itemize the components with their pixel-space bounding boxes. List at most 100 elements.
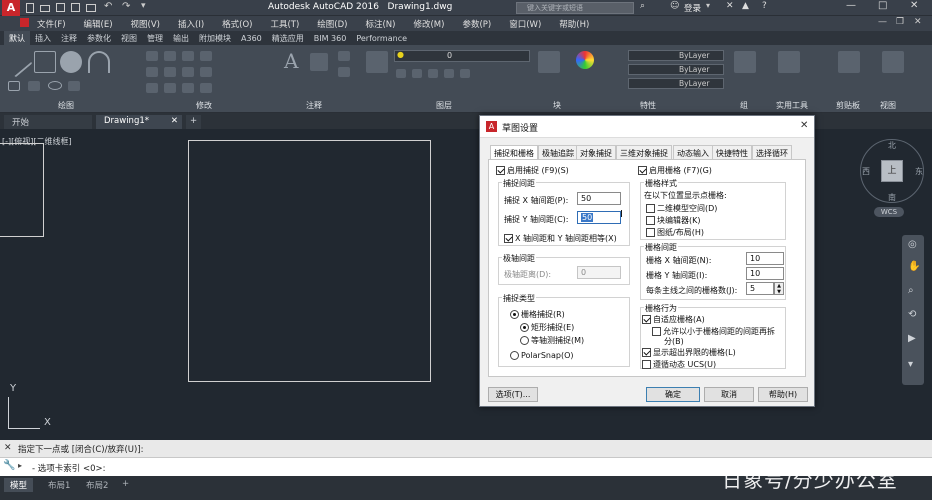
fillet-tool-icon[interactable] xyxy=(182,67,194,77)
menu-restore-icon[interactable]: ❐ xyxy=(896,17,904,27)
viewcube-top-face[interactable]: 上 xyxy=(881,160,903,182)
menu-view[interactable]: 视图(V) xyxy=(126,16,165,32)
app-logo-icon[interactable]: A xyxy=(2,0,20,16)
menu-insert[interactable]: 插入(I) xyxy=(173,16,209,32)
menu-file[interactable]: 文件(F) xyxy=(32,16,71,32)
dropdown-icon[interactable]: ▾ xyxy=(706,1,710,10)
rectangle-tool-icon[interactable] xyxy=(8,81,20,91)
ribbon-group-groups[interactable]: 组 xyxy=(740,100,748,111)
hatch-tool-icon[interactable] xyxy=(28,81,40,91)
menu-minimize-icon[interactable]: — xyxy=(878,17,887,27)
trim-tool-icon[interactable] xyxy=(182,51,194,61)
polar-distance-input[interactable]: 0 xyxy=(577,266,621,279)
explode-tool-icon[interactable] xyxy=(200,67,212,77)
layer-dropdown[interactable]: ● 0 xyxy=(394,50,530,62)
doc-tab-drawing1[interactable]: Drawing1* ✕ xyxy=(96,115,182,129)
insert-block-icon[interactable] xyxy=(538,51,560,73)
ribbon-tab-addins[interactable]: 附加模块 xyxy=(194,31,236,46)
polar-snap-radio[interactable]: PolarSnap(O) xyxy=(510,351,574,360)
major-line-input[interactable]: 5 xyxy=(746,282,774,295)
ribbon-group-clipboard[interactable]: 剪贴板 xyxy=(836,100,860,111)
ribbon-tab-output[interactable]: 输出 xyxy=(168,31,194,46)
measure-tool-icon[interactable] xyxy=(778,51,800,73)
tab-object-snap[interactable]: 对象捕捉 xyxy=(576,145,616,159)
ribbon-group-utilities[interactable]: 实用工具 xyxy=(776,100,808,111)
ribbon-tab-featured-apps[interactable]: 精选应用 xyxy=(267,31,309,46)
array-tool-icon[interactable] xyxy=(182,83,194,93)
pan-icon[interactable]: ✋ xyxy=(908,261,920,272)
layout-tab-layout2[interactable]: 布局2 xyxy=(80,478,114,492)
menu-edit[interactable]: 编辑(E) xyxy=(79,16,118,32)
ribbon-group-properties[interactable]: 特性 xyxy=(640,100,656,111)
layer-tool-3-icon[interactable] xyxy=(428,69,438,78)
follow-ucs-checkbox[interactable]: 遵循动态 UCS(U) xyxy=(642,359,716,370)
customize-toolbar-icon[interactable]: ▾ xyxy=(141,1,146,11)
color-dropdown[interactable]: ByLayer xyxy=(628,50,724,61)
tab-snap-and-grid[interactable]: 捕捉和栅格 xyxy=(490,145,538,160)
layer-tool-2-icon[interactable] xyxy=(412,69,422,78)
orbit-icon[interactable]: ⟲ xyxy=(908,309,916,320)
open-file-icon[interactable] xyxy=(40,5,50,12)
adaptive-grid-checkbox[interactable]: 自适应栅格(A) xyxy=(642,314,705,325)
snap-on-checkbox[interactable]: 启用捕捉 (F9)(S) xyxy=(496,165,569,176)
ellipse-tool-icon[interactable] xyxy=(48,81,62,90)
nav-customize-icon[interactable]: ▾ xyxy=(908,359,913,370)
login-label[interactable]: 登录 xyxy=(684,2,701,14)
ribbon-tab-a360[interactable]: A360 xyxy=(236,32,267,45)
help-button[interactable]: 帮助(H) xyxy=(758,387,808,402)
lineweight-dropdown[interactable]: ByLayer xyxy=(628,78,724,89)
snap-x-input[interactable]: 50 xyxy=(577,192,621,205)
menu-modify[interactable]: 修改(M) xyxy=(408,16,449,32)
maximize-icon[interactable]: □ xyxy=(878,0,887,11)
showmotion-icon[interactable]: ▶ xyxy=(908,333,916,344)
line-tool-icon[interactable] xyxy=(1,46,33,78)
ribbon-tab-default[interactable]: 默认 xyxy=(4,31,30,46)
equal-xy-checkbox[interactable]: X 轴间距和 Y 轴间距相等(X) xyxy=(504,233,617,244)
match-properties-icon[interactable] xyxy=(576,51,594,69)
layout-tab-add[interactable]: + xyxy=(118,478,133,490)
menu-close-icon[interactable]: ✕ xyxy=(914,17,922,27)
drawn-rectangle-main[interactable] xyxy=(188,140,431,382)
menu-help[interactable]: 帮助(H) xyxy=(554,16,594,32)
ribbon-group-annotate[interactable]: 注释 xyxy=(306,100,322,111)
tab-3d-object-snap[interactable]: 三维对象捕捉 xyxy=(616,145,672,159)
sheet-layout-checkbox[interactable]: 图纸/布局(H) xyxy=(646,227,704,238)
tab-quick-properties[interactable]: 快捷特性 xyxy=(712,145,752,159)
grid-y-input[interactable]: 10 xyxy=(746,267,784,280)
move-tool-icon[interactable] xyxy=(146,51,158,61)
stretch-tool-icon[interactable] xyxy=(146,83,158,93)
offset-tool-icon[interactable] xyxy=(200,83,212,93)
drawn-rectangle-left[interactable] xyxy=(0,143,44,237)
help-icon[interactable]: ? xyxy=(762,1,767,11)
close-icon[interactable]: ✕ xyxy=(910,0,918,11)
tab-polar-tracking[interactable]: 极轴追踪 xyxy=(538,145,578,159)
layer-tool-1-icon[interactable] xyxy=(396,69,406,78)
dialog-close-icon[interactable]: ✕ xyxy=(800,120,808,131)
text-tool-icon[interactable]: A xyxy=(284,49,298,73)
ribbon-group-block[interactable]: 块 xyxy=(553,100,561,111)
ribbon-group-layers[interactable]: 图层 xyxy=(436,100,452,111)
doc-tab-start[interactable]: 开始 xyxy=(4,115,92,129)
command-search-icon[interactable]: ▸ xyxy=(18,461,22,470)
viewcube[interactable]: 北 南 西 东 上 xyxy=(860,139,924,203)
viewcube-north[interactable]: 北 xyxy=(888,140,896,151)
tab-dynamic-input[interactable]: 动态输入 xyxy=(673,145,713,159)
ribbon-tab-insert[interactable]: 插入 xyxy=(30,31,56,46)
ribbon-tab-parametric[interactable]: 参数化 xyxy=(82,31,116,46)
menu-draw[interactable]: 绘图(D) xyxy=(312,16,352,32)
viewcube-west[interactable]: 西 xyxy=(862,166,870,177)
minimize-icon[interactable]: — xyxy=(846,0,856,11)
ok-button[interactable]: 确定 xyxy=(646,387,700,402)
isometric-snap-radio[interactable]: 等轴测捕捉(M) xyxy=(520,335,584,346)
grid-on-checkbox[interactable]: 启用栅格 (F7)(G) xyxy=(638,165,712,176)
tab-selection-cycling[interactable]: 选择循环 xyxy=(752,145,792,159)
block-editor-checkbox[interactable]: 块编辑器(K) xyxy=(646,215,701,226)
redo-icon[interactable]: ↷ xyxy=(122,1,130,12)
save-as-icon[interactable] xyxy=(71,3,80,12)
rectangular-snap-radio[interactable]: 矩形捕捉(E) xyxy=(520,322,574,333)
circle-tool-icon[interactable] xyxy=(60,51,82,73)
leader-tool-icon[interactable] xyxy=(338,51,350,61)
exchange-icon[interactable]: ✕ xyxy=(726,1,734,11)
model-space-checkbox[interactable]: 二维模型空间(D) xyxy=(646,203,717,214)
paste-tool-icon[interactable] xyxy=(838,51,860,73)
